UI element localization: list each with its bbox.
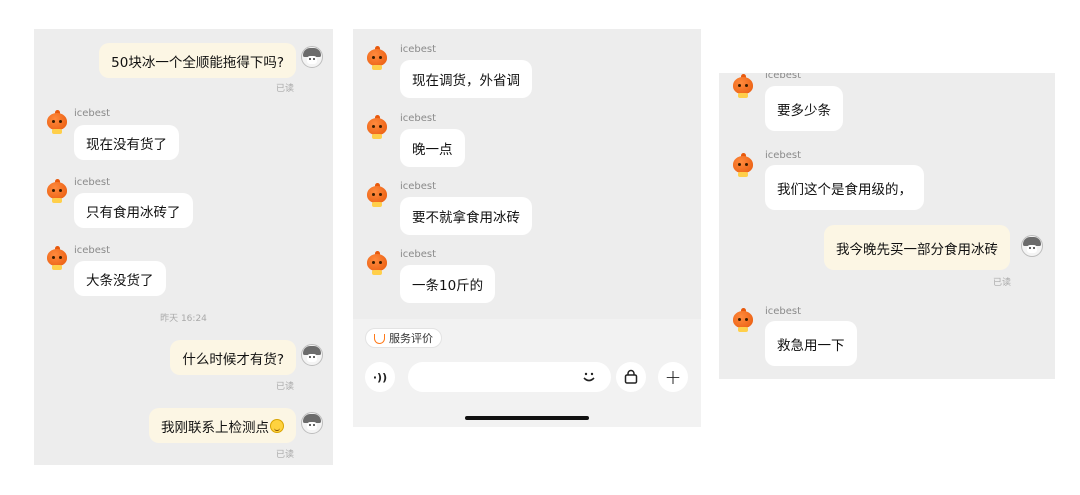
message-bubble-mine[interactable]: 50块冰一个全顺能拖得下吗? — [99, 43, 296, 78]
plus-icon: + — [664, 365, 682, 389]
sender-name: icebest — [765, 150, 802, 161]
message-bubble-theirs[interactable]: 要不就拿食用冰砖 — [400, 197, 532, 235]
message-bubble-theirs[interactable]: 晚一点 — [400, 129, 465, 167]
shop-button[interactable] — [616, 362, 646, 392]
emoji-icon — [583, 372, 595, 382]
message-text: 我刚联系上检测点 — [161, 419, 269, 436]
service-rating-label: 服务评价 — [389, 332, 433, 345]
read-receipt: 已读 — [275, 450, 294, 460]
message-bubble-theirs[interactable]: 要多少条 — [765, 86, 843, 131]
bot-avatar[interactable] — [366, 115, 388, 140]
message-bubble-mine[interactable]: 什么时候才有货? — [170, 340, 296, 375]
sender-name: icebest — [765, 73, 802, 81]
timestamp: 昨天 16:24 — [160, 314, 207, 324]
message-bubble-theirs[interactable]: 一条10斤的 — [400, 265, 496, 303]
message-bubble-theirs[interactable]: 只有食用冰砖了 — [74, 193, 193, 228]
chat-input-area: 服务评价 ·)) + — [353, 319, 701, 427]
service-rating-button[interactable]: 服务评价 — [365, 328, 442, 348]
sender-name: icebest — [765, 306, 802, 317]
service-rating-icon — [374, 334, 385, 344]
smiling-face-emoji-icon — [270, 418, 284, 433]
message-bubble-theirs[interactable]: 大条没货了 — [74, 261, 166, 296]
shopping-bag-icon — [624, 369, 638, 384]
sender-name: icebest — [400, 249, 437, 260]
chat-panel-1: 50块冰一个全顺能拖得下吗? 已读 icebest 现在没有货了 icebest… — [34, 29, 333, 465]
bot-avatar[interactable] — [366, 183, 388, 208]
bot-avatar[interactable] — [732, 153, 754, 178]
chat-panel-2: icebest 现在调货，外省调 icebest 晚一点 icebest 要不就… — [353, 29, 701, 427]
more-button[interactable]: + — [658, 362, 688, 392]
bot-avatar[interactable] — [366, 46, 388, 71]
user-avatar[interactable] — [301, 412, 323, 434]
chat-panel-3: icebest 要多少条 icebest 我们这个是食用级的， 我今晚先买一部分… — [719, 73, 1055, 379]
sender-name: icebest — [74, 108, 111, 119]
bot-avatar[interactable] — [732, 308, 754, 333]
read-receipt: 已读 — [992, 278, 1011, 288]
message-bubble-theirs[interactable]: 现在调货，外省调 — [400, 60, 532, 98]
message-bubble-theirs[interactable]: 我们这个是食用级的， — [765, 165, 924, 210]
emoji-button[interactable] — [574, 362, 604, 392]
sender-name: icebest — [400, 44, 437, 55]
voice-button[interactable]: ·)) — [365, 362, 395, 392]
bot-avatar[interactable] — [46, 110, 68, 135]
read-receipt: 已读 — [275, 84, 294, 94]
read-receipt: 已读 — [275, 382, 294, 392]
bot-avatar[interactable] — [46, 179, 68, 204]
bot-avatar[interactable] — [46, 246, 68, 271]
sender-name: icebest — [74, 177, 111, 188]
message-bubble-mine[interactable]: 我刚联系上检测点 — [149, 408, 296, 443]
voice-icon: ·)) — [372, 370, 388, 384]
home-indicator — [465, 416, 589, 420]
bot-avatar[interactable] — [732, 74, 754, 99]
message-bubble-theirs[interactable]: 现在没有货了 — [74, 125, 179, 160]
user-avatar[interactable] — [301, 46, 323, 68]
sender-name: icebest — [400, 113, 437, 124]
user-avatar[interactable] — [301, 344, 323, 366]
bot-avatar[interactable] — [366, 251, 388, 276]
sender-name: icebest — [74, 245, 111, 256]
message-bubble-mine[interactable]: 我今晚先买一部分食用冰砖 — [824, 225, 1010, 270]
user-avatar[interactable] — [1021, 235, 1043, 257]
message-bubble-theirs[interactable]: 救急用一下 — [765, 321, 857, 366]
sender-name: icebest — [400, 181, 437, 192]
